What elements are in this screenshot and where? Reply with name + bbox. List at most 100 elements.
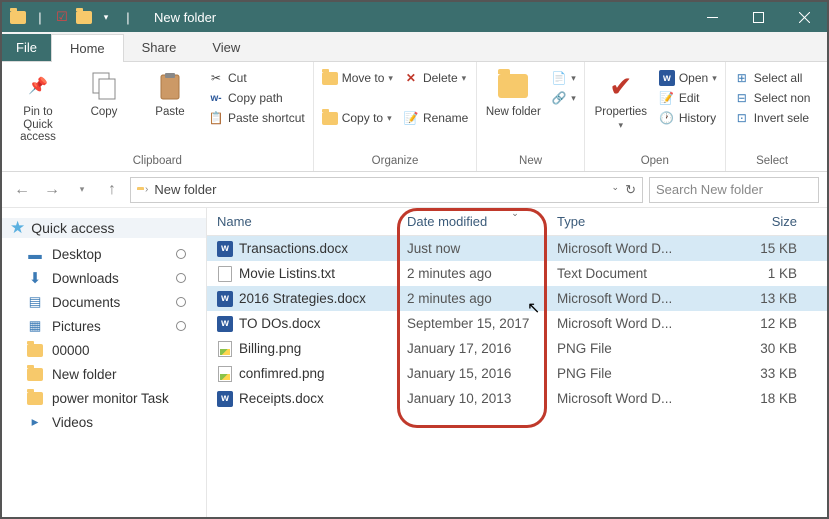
cursor-icon: ↖ xyxy=(527,298,540,318)
select-all-icon: ⊞ xyxy=(734,70,750,86)
up-button[interactable]: ↑ xyxy=(100,178,124,202)
rename-icon: 📝 xyxy=(403,110,419,126)
delete-button[interactable]: ✕Delete ▾ xyxy=(403,70,468,86)
table-row[interactable]: Movie Listins.txt2 minutes agoText Docum… xyxy=(207,261,827,286)
folder-icon xyxy=(8,7,28,27)
copy-to-button[interactable]: Copy to ▾ xyxy=(322,110,393,126)
select-none-button[interactable]: ⊟Select non xyxy=(734,90,811,106)
copy-to-icon xyxy=(322,110,338,126)
col-date-modified[interactable]: Date modified ⌄ xyxy=(397,214,547,229)
back-button[interactable]: ← xyxy=(10,178,34,202)
sidebar-quick-access[interactable]: ★ Quick access xyxy=(2,218,206,238)
qat-dropdown[interactable]: ▾ xyxy=(96,7,116,27)
pictures-icon: ▦ xyxy=(26,318,44,334)
table-row[interactable]: wReceipts.docxJanuary 10, 2013Microsoft … xyxy=(207,386,827,411)
new-item-icon: 📄 xyxy=(551,70,567,86)
search-input[interactable]: Search New folder xyxy=(649,177,819,203)
table-row[interactable]: confimred.pngJanuary 15, 2016PNG File33 … xyxy=(207,361,827,386)
col-type[interactable]: Type xyxy=(547,214,707,229)
sidebar-item-power-monitor-task[interactable]: power monitor Task xyxy=(2,386,206,410)
file-type: Microsoft Word D... xyxy=(547,316,707,331)
downloads-icon: ⬇ xyxy=(26,270,44,286)
sidebar-item-label: power monitor Task xyxy=(52,391,169,406)
table-row[interactable]: wTO DOs.docxSeptember 15, 2017Microsoft … xyxy=(207,311,827,336)
txt-icon xyxy=(218,266,232,282)
file-type: PNG File xyxy=(547,341,707,356)
open-button[interactable]: wOpen ▾ xyxy=(659,70,717,86)
table-row[interactable]: Billing.pngJanuary 17, 2016PNG File30 KB xyxy=(207,336,827,361)
close-button[interactable] xyxy=(781,2,827,32)
recent-dropdown[interactable]: ▾ xyxy=(70,178,94,202)
file-menu[interactable]: File xyxy=(2,34,51,61)
sidebar: ★ Quick access ▬Desktop⬇Downloads▤Docume… xyxy=(2,208,207,517)
pin-quick-access-button[interactable]: 📌 Pin to Quick access xyxy=(10,66,66,144)
divider: | xyxy=(118,7,138,27)
forward-button[interactable]: → xyxy=(40,178,64,202)
col-size[interactable]: Size xyxy=(707,214,827,229)
copy-button[interactable]: Copy xyxy=(76,66,132,119)
file-name: Billing.png xyxy=(239,341,301,356)
invert-icon: ⊡ xyxy=(734,110,750,126)
sidebar-item-label: 00000 xyxy=(52,343,90,358)
minimize-button[interactable] xyxy=(689,2,735,32)
sidebar-item-documents[interactable]: ▤Documents xyxy=(2,290,206,314)
table-row[interactable]: wTransactions.docxJust nowMicrosoft Word… xyxy=(207,236,827,261)
breadcrumb[interactable]: New folder xyxy=(154,182,216,197)
refresh-button[interactable]: ↻ xyxy=(625,182,636,198)
file-name: TO DOs.docx xyxy=(239,316,321,331)
chevron-down-icon: ▾ xyxy=(387,113,392,124)
group-label: Clipboard xyxy=(10,153,305,171)
easy-access-button[interactable]: 🔗▾ xyxy=(551,90,576,106)
group-label: New xyxy=(485,153,576,171)
move-to-button[interactable]: Move to ▾ xyxy=(322,70,393,86)
file-size: 12 KB xyxy=(707,316,827,331)
pin-icon: 📌 xyxy=(22,70,54,102)
address-dropdown[interactable]: ⌄ xyxy=(612,182,620,198)
rename-button[interactable]: 📝Rename xyxy=(403,110,468,126)
address-field[interactable]: ›New folder ⌄ ↻ xyxy=(130,177,643,203)
edit-button[interactable]: 📝Edit xyxy=(659,90,717,106)
new-item-button[interactable]: 📄▾ xyxy=(551,70,576,86)
select-all-button[interactable]: ⊞Select all xyxy=(734,70,811,86)
sidebar-item-new-folder[interactable]: New folder xyxy=(2,362,206,386)
sidebar-item-desktop[interactable]: ▬Desktop xyxy=(2,242,206,266)
chevron-down-icon: ⌄ xyxy=(511,208,519,219)
history-icon: 🕐 xyxy=(659,110,675,126)
check-icon[interactable]: ☑ xyxy=(52,7,72,27)
file-date: January 10, 2013 xyxy=(397,391,547,406)
ribbon-group-open: ✔ Properties▾ wOpen ▾ 📝Edit 🕐History Ope… xyxy=(585,62,726,171)
tab-share[interactable]: Share xyxy=(124,34,195,61)
file-date: Just now xyxy=(397,241,547,256)
tab-view[interactable]: View xyxy=(194,34,258,61)
file-date: 2 minutes ago xyxy=(397,291,547,306)
select-none-icon: ⊟ xyxy=(734,90,750,106)
word-icon: w xyxy=(217,291,233,307)
sidebar-item-pictures[interactable]: ▦Pictures xyxy=(2,314,206,338)
file-name: Receipts.docx xyxy=(239,391,324,406)
group-label: Open xyxy=(593,153,717,171)
file-date: January 15, 2016 xyxy=(397,366,547,381)
chevron-down-icon: ▾ xyxy=(462,73,467,84)
col-name[interactable]: Name xyxy=(207,214,397,229)
file-name: 2016 Strategies.docx xyxy=(239,291,366,306)
table-row[interactable]: w2016 Strategies.docx2 minutes agoMicros… xyxy=(207,286,827,311)
sidebar-item-label: Videos xyxy=(52,415,93,430)
paste-shortcut-button[interactable]: 📋Paste shortcut xyxy=(208,110,305,126)
invert-selection-button[interactable]: ⊡Invert sele xyxy=(734,110,811,126)
edit-icon: 📝 xyxy=(659,90,675,106)
cut-button[interactable]: ✂Cut xyxy=(208,70,305,86)
maximize-button[interactable] xyxy=(735,2,781,32)
paste-button[interactable]: Paste xyxy=(142,66,198,119)
chevron-down-icon: ▾ xyxy=(619,120,624,130)
copy-path-button[interactable]: w-Copy path xyxy=(208,90,305,106)
delete-icon: ✕ xyxy=(403,70,419,86)
sidebar-item-videos[interactable]: ▸Videos xyxy=(2,410,206,434)
copy-path-icon: w- xyxy=(208,90,224,106)
history-button[interactable]: 🕐History xyxy=(659,110,717,126)
sidebar-item-downloads[interactable]: ⬇Downloads xyxy=(2,266,206,290)
sidebar-item-00000[interactable]: 00000 xyxy=(2,338,206,362)
easy-access-icon: 🔗 xyxy=(551,90,567,106)
tab-home[interactable]: Home xyxy=(51,34,124,62)
properties-button[interactable]: ✔ Properties▾ xyxy=(593,66,649,131)
new-folder-button[interactable]: New folder xyxy=(485,66,541,119)
